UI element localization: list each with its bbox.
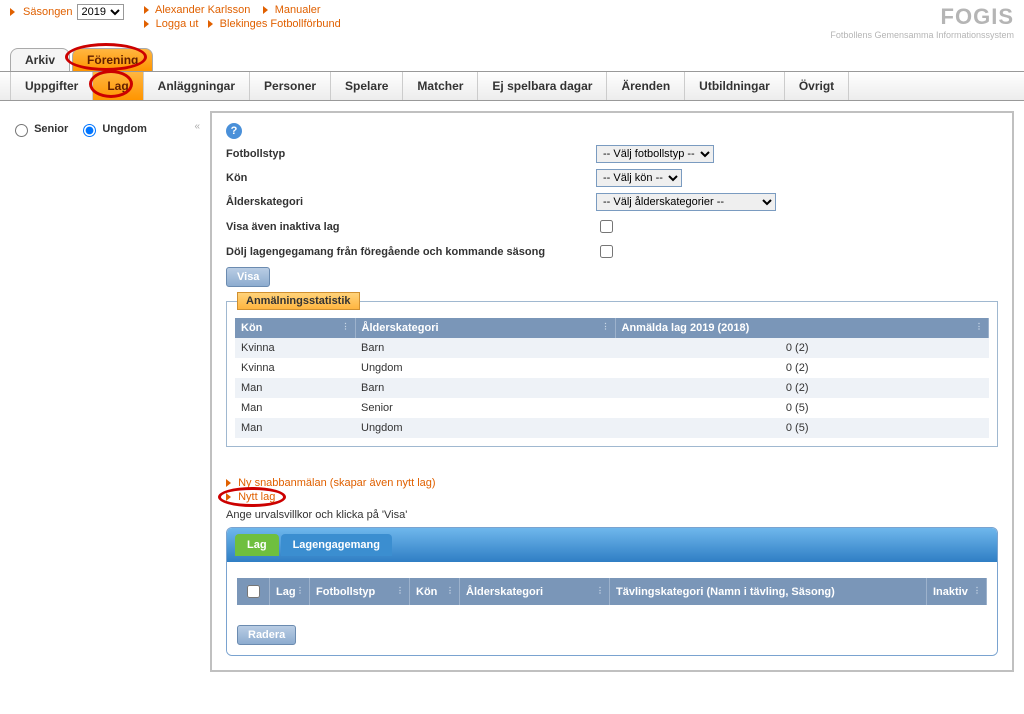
subnav-ovrigt[interactable]: Övrigt (785, 72, 849, 100)
visa-inaktiva-label: Visa även inaktiva lag (226, 221, 596, 233)
radio-senior-label[interactable]: Senior (10, 121, 68, 137)
subnav-personer[interactable]: Personer (250, 72, 331, 100)
arrow-icon (208, 20, 213, 28)
radera-button[interactable]: Radera (237, 625, 296, 645)
table-row: ManSenior0 (5) (235, 398, 989, 418)
help-icon[interactable]: ? (226, 123, 242, 139)
select-all-checkbox[interactable] (247, 585, 260, 598)
logout-link[interactable]: Logga ut (156, 18, 199, 30)
stats-legend: Anmälningsstatistik (237, 292, 360, 310)
breadcrumb-manualer[interactable]: Manualer (275, 4, 321, 16)
subnav: Uppgifter Lag Anläggningar Personer Spel… (0, 71, 1024, 101)
radio-ungdom[interactable] (83, 124, 96, 137)
subnav-lag[interactable]: Lag (93, 72, 143, 100)
alder-label: Ålderskategori (226, 196, 596, 208)
dolj-lagengagemang-checkbox[interactable] (600, 245, 613, 258)
ny-snabbanmalan-link[interactable]: Ny snabbanmälan (skapar även nytt lag) (238, 477, 436, 489)
app-title: FOGIS (830, 4, 1014, 30)
lag-th-alder[interactable]: Ålderskategori⋮ (460, 578, 610, 605)
tab-forening[interactable]: Förening (72, 48, 153, 71)
fotbollstyp-select[interactable]: -- Välj fotbollstyp -- (596, 145, 714, 163)
lag-th-inaktiv[interactable]: Inaktiv⋮ (927, 578, 987, 605)
subnav-uppgifter[interactable]: Uppgifter (10, 72, 93, 100)
lag-th-fotbollstyp[interactable]: Fotbollstyp⋮ (310, 578, 410, 605)
subnav-anlaggningar[interactable]: Anläggningar (144, 72, 250, 100)
app-subtitle: Fotbollens Gemensamma Informationssystem (830, 30, 1014, 40)
stats-fieldset: Anmälningsstatistik Kön⋮ Ålderskategori⋮… (226, 301, 998, 447)
tab-arkiv[interactable]: Arkiv (10, 48, 70, 71)
table-row: KvinnaUngdom0 (2) (235, 358, 989, 378)
dolj-lagengagemang-label: Dölj lagengegamang från föregående och k… (226, 246, 596, 258)
table-row: KvinnaBarn0 (2) (235, 338, 989, 358)
visa-inaktiva-checkbox[interactable] (600, 220, 613, 233)
table-row: ManBarn0 (2) (235, 378, 989, 398)
collapse-chevron-icon[interactable]: « (194, 121, 200, 132)
visa-button[interactable]: Visa (226, 267, 270, 287)
breadcrumb-user[interactable]: Alexander Karlsson (155, 4, 250, 16)
arrow-icon (144, 6, 149, 14)
lag-th-lag[interactable]: Lag⋮ (270, 578, 310, 605)
sub-tab-lagengagemang[interactable]: Lagengagemang (281, 534, 392, 556)
alder-select[interactable]: -- Välj ålderskategorier -- (596, 193, 776, 211)
arrow-icon (263, 6, 268, 14)
arrow-icon (10, 8, 15, 16)
arrow-icon (226, 493, 231, 501)
lag-th-kon[interactable]: Kön⋮ (410, 578, 460, 605)
subnav-utbildningar[interactable]: Utbildningar (685, 72, 785, 100)
sub-tab-lag[interactable]: Lag (235, 534, 279, 556)
subnav-lag-label: Lag (107, 79, 128, 93)
table-row: ManUngdom0 (5) (235, 418, 989, 438)
subnav-matcher[interactable]: Matcher (403, 72, 478, 100)
lag-th-tavling[interactable]: Tävlingskategori (Namn i tävling, Säsong… (610, 578, 927, 605)
lag-table: Lag⋮ Fotbollstyp⋮ Kön⋮ Ålderskategori⋮ T… (237, 578, 987, 605)
subnav-spelare[interactable]: Spelare (331, 72, 403, 100)
season-label: Säsongen (23, 6, 73, 18)
kon-select[interactable]: -- Välj kön -- (596, 169, 682, 187)
hint-text: Ange urvalsvillkor och klicka på 'Visa' (226, 509, 998, 521)
radio-ungdom-label[interactable]: Ungdom (78, 121, 147, 137)
stats-table: Kön⋮ Ålderskategori⋮ Anmälda lag 2019 (2… (235, 318, 989, 438)
stats-th-anmalda[interactable]: Anmälda lag 2019 (2018)⋮ (615, 318, 989, 338)
tab-forening-label: Förening (87, 53, 138, 67)
kon-label: Kön (226, 172, 596, 184)
subnav-arenden[interactable]: Ärenden (607, 72, 685, 100)
radio-senior[interactable] (15, 124, 28, 137)
stats-th-alder[interactable]: Ålderskategori⋮ (355, 318, 615, 338)
season-select[interactable]: 2019 (77, 4, 124, 20)
fotbollstyp-label: Fotbollstyp (226, 148, 596, 160)
arrow-icon (144, 20, 149, 28)
breadcrumb-forbund[interactable]: Blekinges Fotbollförbund (220, 18, 341, 30)
stats-th-kon[interactable]: Kön⋮ (235, 318, 355, 338)
nytt-lag-link[interactable]: Nytt lag (238, 491, 275, 503)
arrow-icon (226, 479, 231, 487)
subnav-ej-spelbara[interactable]: Ej spelbara dagar (478, 72, 607, 100)
lag-th-checkbox[interactable] (237, 578, 270, 605)
